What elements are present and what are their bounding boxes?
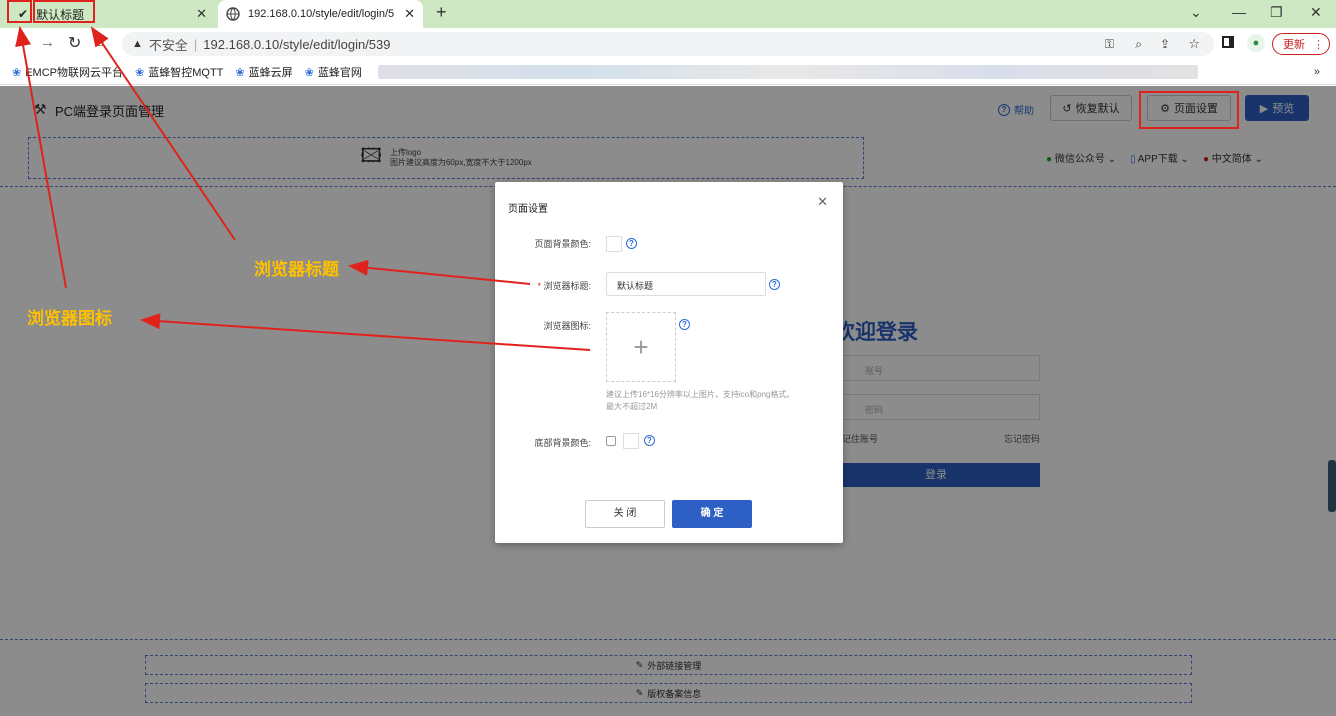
close-icon[interactable]: ✕: [404, 6, 415, 22]
bg-color-label: 页面背景颜色:: [534, 239, 591, 249]
browser-icon-label: 浏览器图标:: [543, 321, 591, 331]
sidepanel-icon[interactable]: [1222, 36, 1234, 48]
footer-bg-checkbox[interactable]: [606, 436, 616, 446]
globe-icon: [226, 7, 240, 21]
footer-bg-color-picker[interactable]: [623, 433, 639, 449]
back-icon[interactable]: ←: [12, 34, 27, 51]
bookmarks-bar: ❀ EMCP物联网云平台 ❀ 蓝蜂智控MQTT ❀ 蓝蜂云屏 ❀ 蓝蜂官网 »: [0, 60, 1336, 85]
page-settings-highlight-box: [1139, 91, 1239, 129]
dialog-close-icon[interactable]: ✕: [817, 194, 828, 210]
minimize-icon[interactable]: —: [1232, 4, 1246, 20]
url-text: 192.168.0.10/style/edit/login/539: [203, 36, 391, 52]
help-icon[interactable]: ?: [679, 319, 690, 330]
dialog-title: 页面设置: [508, 204, 548, 215]
browser-icon-callout: 浏览器图标: [27, 309, 112, 328]
bookmark-icon: ❀: [12, 66, 22, 79]
warning-icon: ▲: [132, 38, 143, 50]
icon-upload-hint: 建议上传16*16分辨率以上图片，支持ico和png格式。最大不超过2M: [606, 390, 795, 411]
browser-title-input[interactable]: 默认标题: [606, 272, 766, 296]
page-settings-dialog: 页面设置 ✕ 页面背景颜色: ? * 浏览器标题: 默认标题 ? 浏览器图标: …: [495, 182, 843, 543]
bookmark-emcp[interactable]: ❀ EMCP物联网云平台: [12, 64, 123, 80]
key-icon[interactable]: ⚿: [1105, 37, 1114, 52]
bookmark-mqtt[interactable]: ❀ 蓝蜂智控MQTT: [135, 64, 223, 80]
tab-search-icon[interactable]: ⌄: [1190, 4, 1202, 21]
close-window-icon[interactable]: ✕: [1310, 4, 1322, 21]
browser-title-label: * 浏览器标题:: [537, 281, 591, 291]
tab-label: 192.168.0.10/style/edit/login/5: [248, 8, 395, 20]
bg-color-picker[interactable]: [606, 236, 622, 252]
help-icon[interactable]: ?: [644, 435, 655, 446]
bookmark-icon: ❀: [135, 66, 145, 79]
tab-title-highlight-box: [33, 0, 95, 23]
favicon-highlight-box: [7, 0, 32, 23]
star-icon[interactable]: ☆: [1188, 36, 1200, 52]
reload-icon[interactable]: ↻: [68, 33, 81, 53]
more-icon: ⋮: [1313, 38, 1324, 51]
tab-active[interactable]: 192.168.0.10/style/edit/login/5 ✕: [218, 0, 423, 28]
share-icon[interactable]: ⇪: [1160, 37, 1170, 51]
close-icon[interactable]: ✕: [196, 6, 207, 22]
browser-title-callout: 浏览器标题: [254, 260, 339, 279]
profile-avatar[interactable]: ●: [1247, 34, 1265, 52]
blurred-bookmarks: [377, 65, 1198, 79]
address-bar[interactable]: ▲ 不安全 | 192.168.0.10/style/edit/login/53…: [122, 32, 1214, 56]
bookmark-cloudscreen[interactable]: ❀ 蓝蜂云屏: [235, 64, 292, 80]
update-button[interactable]: 更新 ⋮: [1272, 33, 1330, 55]
bookmarks-more-icon[interactable]: »: [1314, 66, 1320, 78]
insecure-label: 不安全: [148, 37, 188, 53]
new-tab-button[interactable]: +: [436, 2, 447, 23]
bookmark-icon: ❀: [304, 66, 314, 79]
plus-icon: +: [633, 331, 649, 362]
close-button[interactable]: 关 闭: [585, 500, 665, 528]
home-icon[interactable]: ⌂: [96, 33, 104, 49]
help-icon[interactable]: ?: [769, 279, 780, 290]
forward-icon[interactable]: →: [40, 34, 55, 51]
confirm-button[interactable]: 确 定: [672, 500, 752, 528]
icon-upload-box[interactable]: +: [606, 312, 676, 382]
footer-bg-label: 底部背景颜色:: [534, 438, 591, 448]
zoom-icon[interactable]: ⌕: [1135, 37, 1142, 52]
bookmark-website[interactable]: ❀ 蓝蜂官网: [305, 64, 362, 80]
help-icon[interactable]: ?: [626, 238, 637, 249]
maximize-icon[interactable]: ❐: [1270, 4, 1283, 21]
bookmark-icon: ❀: [235, 66, 245, 79]
